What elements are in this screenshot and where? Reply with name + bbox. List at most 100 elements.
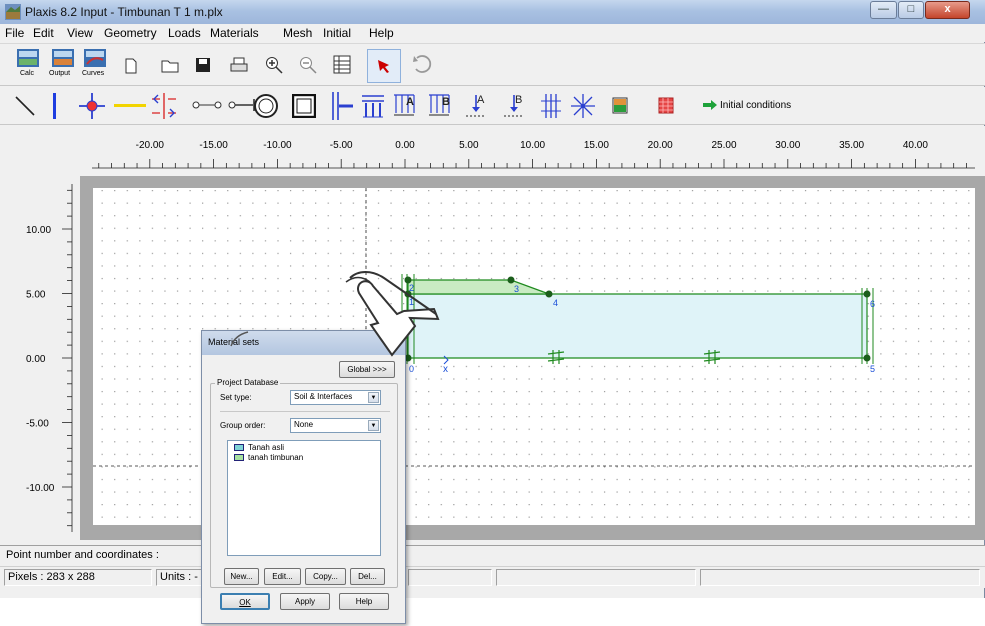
copy-material-button[interactable]: Copy... <box>305 568 346 585</box>
point-info-label: Point number and coordinates : <box>6 549 159 561</box>
ruler-label: -10.00 <box>263 140 292 151</box>
delete-material-button[interactable]: Del... <box>350 568 385 585</box>
material-color-icon <box>234 444 244 452</box>
minimize-button[interactable]: — <box>870 1 897 19</box>
edit-material-button[interactable]: Edit... <box>264 568 301 585</box>
menu-view[interactable]: View <box>67 26 93 40</box>
output-program-icon[interactable] <box>52 49 74 67</box>
material-list[interactable]: Tanah asli tanah timbunan <box>227 440 381 556</box>
save-disk-icon[interactable] <box>195 57 211 73</box>
geometry-point-4[interactable] <box>545 290 553 298</box>
menu-initial[interactable]: Initial <box>323 26 351 40</box>
global-button[interactable]: Global >>> <box>339 361 395 378</box>
set-type-select[interactable]: Soil & Interfaces ▼ <box>290 390 381 405</box>
horizontal-ruler-scale: -20.00 -15.00 -10.00 -5.00 0.00 5.00 10.00 15.0… <box>92 140 975 169</box>
ruler-label: 25.00 <box>711 140 736 151</box>
open-folder-icon[interactable] <box>161 58 179 73</box>
table-icon[interactable] <box>333 55 351 74</box>
geometry-toolbar: A B A B Initial conditions <box>0 87 985 125</box>
selection-tool-button[interactable] <box>367 49 401 83</box>
window-title: Plaxis 8.2 Input - Timbunan T 1 m.plx <box>25 5 223 19</box>
point-load-a-icon[interactable] <box>464 93 488 119</box>
material-name: tanah timbunan <box>248 453 304 462</box>
zoom-out-icon[interactable] <box>299 56 317 74</box>
vertical-ruler-scale: 10.00 5.00 0.00 -5.00 -10.00 <box>26 184 73 532</box>
menu-materials[interactable]: Materials <box>210 26 259 40</box>
point-info-bar: Point number and coordinates : <box>0 545 985 566</box>
close-button[interactable]: x <box>925 1 970 19</box>
ruler-label: 0.00 <box>395 140 415 151</box>
prescribed-displacement-icon[interactable] <box>540 93 562 119</box>
geometry-line-icon[interactable] <box>14 95 36 117</box>
point-label-5: 5 <box>870 364 875 374</box>
dialog-title: Material sets <box>208 337 260 347</box>
horizontal-fixity-icon[interactable] <box>329 92 355 120</box>
ruler-label: -5.00 <box>26 419 49 430</box>
dialog-title-bar[interactable]: Material sets <box>202 331 405 355</box>
units-readout: Units : - <box>156 569 202 586</box>
geometry-point-6[interactable] <box>863 290 871 298</box>
list-item[interactable]: tanah timbunan <box>234 453 303 462</box>
application-window: Plaxis 8.2 Input - Timbunan T 1 m.plx — … <box>0 0 985 598</box>
calc-program-icon[interactable] <box>17 49 39 67</box>
point-label-3: 3 <box>514 284 519 294</box>
initial-conditions-button[interactable]: Initial conditions <box>720 100 791 111</box>
chevron-down-icon: ▼ <box>368 420 379 431</box>
rotation-fixity-icon[interactable] <box>570 93 596 119</box>
output-label: Output <box>49 70 71 77</box>
ruler-label: 35.00 <box>839 140 864 151</box>
zoom-in-icon[interactable] <box>265 56 283 74</box>
hinge-rotation-spring-icon[interactable] <box>79 93 105 119</box>
ruler-label: 15.00 <box>584 140 609 151</box>
standard-fixities-icon[interactable] <box>292 94 316 118</box>
ruler-label: 30.00 <box>775 140 800 151</box>
maximize-button[interactable]: □ <box>898 1 924 19</box>
vertical-ruler: 10.00 5.00 0.00 -5.00 -10.00 <box>0 176 80 540</box>
help-button[interactable]: Help <box>339 593 389 610</box>
ruler-label: 10.00 <box>26 225 51 236</box>
group-order-value: None <box>294 420 314 429</box>
dialog-divider <box>220 411 390 412</box>
print-icon[interactable] <box>230 57 248 74</box>
new-material-button[interactable]: New... <box>224 568 259 585</box>
menu-help[interactable]: Help <box>369 26 394 40</box>
group-order-label: Group order: <box>220 421 266 430</box>
menu-geometry[interactable]: Geometry <box>104 26 157 40</box>
ruler-label: -20.00 <box>136 140 165 151</box>
horizontal-ruler: -20.00 -15.00 -10.00 -5.00 0.00 5.00 10.00 15.0… <box>0 126 985 176</box>
title-bar[interactable]: Plaxis 8.2 Input - Timbunan T 1 m.plx — … <box>0 0 985 24</box>
menu-mesh[interactable]: Mesh <box>283 26 312 40</box>
material-name: Tanah asli <box>248 443 285 452</box>
green-arrow-icon[interactable] <box>703 100 717 110</box>
curves-program-icon[interactable] <box>84 49 106 67</box>
tunnel-icon[interactable] <box>252 92 280 120</box>
node-to-node-anchor-icon[interactable] <box>192 100 222 110</box>
point-label-2: 2 <box>409 283 414 293</box>
ruler-label: 5.00 <box>26 290 46 301</box>
vertical-fixity-icon[interactable] <box>360 93 386 119</box>
list-item[interactable]: Tanah asli <box>234 443 284 452</box>
undo-icon[interactable] <box>411 53 433 75</box>
geometry-point-5[interactable] <box>863 354 871 362</box>
ok-button[interactable]: OK <box>220 593 270 610</box>
new-file-icon[interactable] <box>124 58 138 74</box>
plate-icon[interactable] <box>51 93 59 119</box>
pixels-readout: Pixels : 283 x 288 <box>4 569 152 586</box>
status-panel-4 <box>496 569 696 586</box>
menu-edit[interactable]: Edit <box>33 26 54 40</box>
interface-icon[interactable] <box>150 93 178 119</box>
geometry-point-3[interactable] <box>507 276 515 284</box>
point-load-b-marker: B <box>515 94 523 106</box>
material-sets-icon[interactable] <box>658 97 674 114</box>
set-type-label: Set type: <box>220 393 252 402</box>
geogrid-icon[interactable] <box>114 103 146 109</box>
menu-file[interactable]: File <box>5 26 24 40</box>
menu-loads[interactable]: Loads <box>168 26 201 40</box>
apply-button[interactable]: Apply <box>280 593 330 610</box>
ruler-label: 5.00 <box>459 140 479 151</box>
group-order-select[interactable]: None ▼ <box>290 418 381 433</box>
drain-icon[interactable] <box>612 97 628 114</box>
axis-x-label: x <box>443 364 448 375</box>
subsoil-cluster[interactable] <box>407 293 868 359</box>
point-load-b-icon[interactable] <box>502 93 526 119</box>
